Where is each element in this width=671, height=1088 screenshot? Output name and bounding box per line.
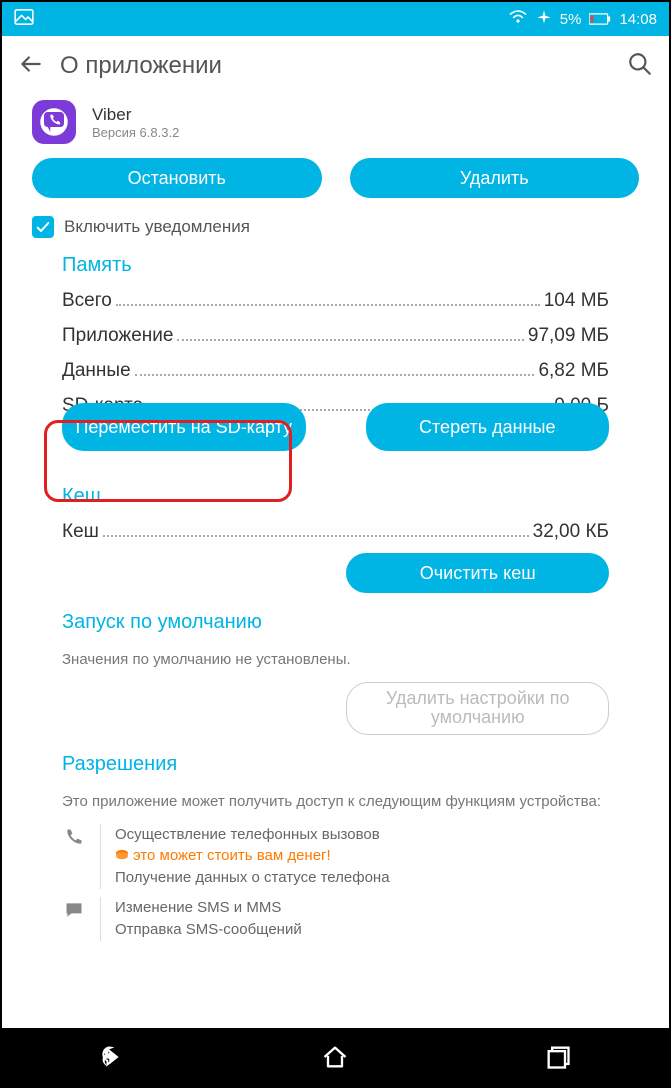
nav-back-button[interactable] — [83, 1043, 143, 1071]
permission-phone: Осуществление телефонных вызовов это мож… — [2, 824, 669, 897]
app-version: Версия 6.8.3.2 — [92, 125, 179, 140]
status-bar: 5% 14:08 — [2, 2, 669, 36]
notifications-toggle[interactable]: Включить уведомления — [2, 212, 669, 254]
cache-section-title: Кеш — [62, 485, 609, 518]
nav-home-button[interactable] — [305, 1043, 365, 1071]
app-bar: О приложении — [2, 36, 669, 96]
uninstall-button[interactable]: Удалить — [350, 158, 640, 198]
permission-sms: Изменение SMS и MMS Отправка SMS-сообщен… — [2, 897, 669, 949]
clear-data-button[interactable]: Стереть данные — [366, 403, 610, 451]
clock-text: 14:08 — [619, 11, 657, 28]
perm-phone-line2: Получение данных о статусе телефона — [115, 867, 609, 889]
memory-data-row: Данные6,82 МБ — [62, 357, 609, 382]
app-icon — [32, 100, 76, 144]
perm-sms-line2: Отправка SMS-сообщений — [115, 919, 609, 941]
notifications-label: Включить уведомления — [64, 217, 250, 237]
permissions-section-title: Разрешения — [62, 753, 609, 786]
page-title: О приложении — [60, 52, 222, 80]
wifi-icon — [508, 9, 528, 29]
perm-phone-line1: Осуществление телефонных вызовов — [115, 824, 609, 846]
clear-defaults-button: Удалить настройки по умолчанию — [346, 682, 609, 736]
launch-section-title: Запуск по умолчанию — [62, 611, 609, 644]
memory-section-title: Память — [62, 254, 609, 287]
battery-percent: 5% — [560, 11, 582, 28]
move-to-sd-button[interactable]: Переместить на SD-карту — [62, 403, 306, 451]
message-icon — [62, 897, 86, 920]
app-name: Viber — [92, 105, 179, 125]
clear-cache-button[interactable]: Очистить кеш — [346, 553, 609, 593]
back-icon[interactable] — [18, 51, 44, 82]
perm-phone-warn: это может стоить вам денег! — [133, 847, 331, 864]
gallery-icon — [14, 9, 34, 29]
app-header: Viber Версия 6.8.3.2 — [2, 96, 669, 158]
coin-icon — [115, 846, 129, 868]
battery-icon — [589, 13, 611, 25]
memory-app-row: Приложение97,09 МБ — [62, 322, 609, 347]
memory-total-row: Всего104 МБ — [62, 287, 609, 312]
launch-caption: Значения по умолчанию не установлены. — [62, 644, 609, 682]
force-stop-button[interactable]: Остановить — [32, 158, 322, 198]
perm-sms-line1: Изменение SMS и MMS — [115, 897, 609, 919]
airplane-icon — [536, 9, 552, 29]
navigation-bar — [2, 1028, 669, 1086]
nav-recent-button[interactable] — [528, 1043, 588, 1071]
cache-row: Кеш32,00 КБ — [62, 518, 609, 543]
permissions-caption: Это приложение может получить доступ к с… — [62, 786, 609, 824]
search-icon[interactable] — [627, 51, 653, 82]
checkbox-checked-icon — [32, 216, 54, 238]
phone-icon — [62, 824, 86, 847]
